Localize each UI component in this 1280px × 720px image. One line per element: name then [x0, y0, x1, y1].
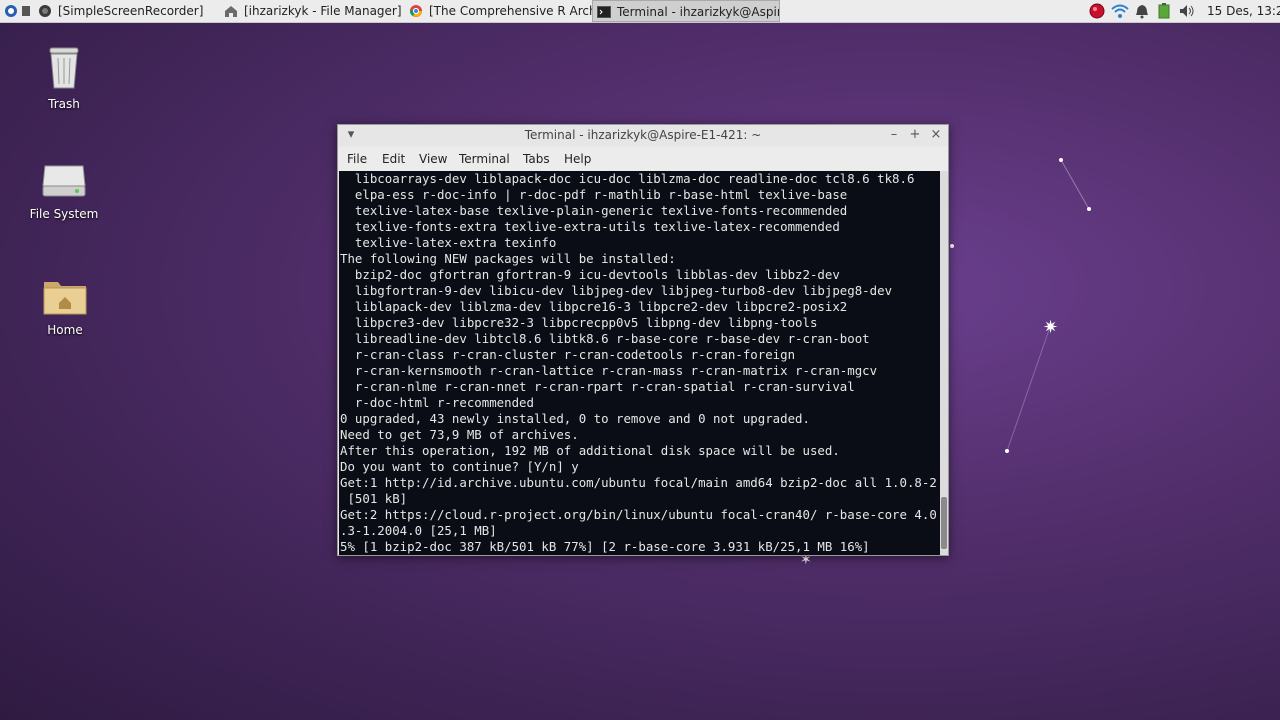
- top-panel: [SimpleScreenRecorder] [ihzarizkyk - Fil…: [0, 0, 1280, 23]
- menu-bar: File Edit View Terminal Tabs Help: [338, 147, 948, 171]
- desktop-icon-trash[interactable]: Trash: [19, 44, 109, 111]
- scrollbar-thumb[interactable]: [941, 497, 947, 549]
- taskbar-item-browser[interactable]: [The Comprehensive R Archi...: [405, 0, 594, 22]
- window-titlebar[interactable]: ▾ Terminal - ihzarizkyk@Aspire-E1-421: ~…: [338, 125, 948, 146]
- wifi-icon[interactable]: [1111, 3, 1129, 25]
- terminal-line: bzip2-doc gfortran gfortran-9 icu-devtoo…: [340, 267, 840, 282]
- terminal-line: libreadline-dev libtcl8.6 libtk8.6 r-bas…: [340, 331, 870, 346]
- terminal-line: The following NEW packages will be insta…: [340, 251, 676, 266]
- close-icon[interactable]: ×: [928, 127, 944, 143]
- terminal-line: libpcre3-dev libpcre32-3 libpcrecpp0v5 l…: [340, 315, 818, 330]
- volume-icon[interactable]: [1179, 3, 1195, 25]
- taskbar-item-screenrecorder[interactable]: [SimpleScreenRecorder]: [34, 0, 224, 22]
- terminal-line: After this operation, 192 MB of addition…: [340, 443, 840, 458]
- terminal-scrollbar[interactable]: [940, 171, 948, 555]
- screen-recorder-icon: [38, 3, 52, 17]
- terminal-line: texlive-fonts-extra texlive-extra-utils …: [340, 219, 840, 234]
- notification-bell-icon[interactable]: [1135, 3, 1149, 25]
- menu-edit[interactable]: Edit: [382, 152, 405, 166]
- terminal-line: libcoarrays-dev liblapack-doc icu-doc li…: [340, 171, 915, 186]
- desktop-icon-home[interactable]: Home: [20, 276, 110, 337]
- terminal-line: liblapack-dev liblzma-dev libpcre16-3 li…: [340, 299, 848, 314]
- menu-tabs[interactable]: Tabs: [523, 152, 550, 166]
- record-indicator-icon[interactable]: [1089, 3, 1105, 25]
- terminal-line: .3-1.2004.0 [25,1 MB]: [340, 523, 497, 538]
- menu-help[interactable]: Help: [564, 152, 591, 166]
- home-folder-icon: [224, 3, 238, 17]
- window-title: Terminal - ihzarizkyk@Aspire-E1-421: ~: [524, 128, 762, 142]
- chrome-icon: [409, 3, 423, 17]
- minimize-icon[interactable]: –: [886, 127, 902, 143]
- menu-terminal[interactable]: Terminal: [459, 152, 510, 166]
- menu-view[interactable]: View: [419, 152, 447, 166]
- terminal-line: r-cran-nlme r-cran-nnet r-cran-rpart r-c…: [340, 379, 855, 394]
- workspace-icon[interactable]: [21, 4, 31, 26]
- taskbar-item-file-manager[interactable]: [ihzarizkyk - File Manager]: [220, 0, 409, 22]
- desktop-icon-label: File System: [29, 207, 99, 221]
- battery-icon[interactable]: [1158, 3, 1170, 25]
- terminal-line: Need to get 73,9 MB of archives.: [340, 427, 579, 442]
- terminal-line: r-cran-class r-cran-cluster r-cran-codet…: [340, 347, 796, 362]
- terminal-line: elpa-ess r-doc-info | r-doc-pdf r-mathli…: [340, 187, 848, 202]
- terminal-icon: [597, 4, 611, 18]
- drive-icon: [19, 162, 109, 203]
- taskbar-item-terminal[interactable]: Terminal - ihzarizkyk@Aspir...: [592, 0, 780, 22]
- menu-file[interactable]: File: [347, 152, 367, 166]
- terminal-line: r-cran-kernsmooth r-cran-lattice r-cran-…: [340, 363, 878, 378]
- trash-icon: [19, 44, 109, 93]
- terminal-line: Get:1 http://id.archive.ubuntu.com/ubunt…: [340, 475, 937, 490]
- star-decoration: ✷: [1043, 317, 1059, 338]
- app-menu-icon[interactable]: [4, 4, 18, 26]
- terminal-line: [501 kB]: [340, 491, 408, 506]
- maximize-icon[interactable]: +: [907, 127, 923, 143]
- panel-clock[interactable]: 15 Des, 13:2: [1207, 0, 1280, 22]
- terminal-output[interactable]: libcoarrays-dev liblapack-doc icu-doc li…: [339, 171, 940, 555]
- desktop-icon-label: Home: [47, 323, 83, 337]
- terminal-line: r-doc-html r-recommended: [340, 395, 534, 410]
- terminal-line: Do you want to continue? [Y/n] y: [340, 459, 579, 474]
- terminal-line: libgfortran-9-dev libicu-dev libjpeg-dev…: [340, 283, 893, 298]
- terminal-window[interactable]: ▾ Terminal - ihzarizkyk@Aspire-E1-421: ~…: [337, 124, 949, 556]
- terminal-line: 0 upgraded, 43 newly installed, 0 to rem…: [340, 411, 810, 426]
- desktop-icon-filesystem[interactable]: File System: [19, 162, 109, 221]
- desktop-icon-label: Trash: [48, 97, 80, 111]
- terminal-line: Get:2 https://cloud.r-project.org/bin/li…: [340, 507, 937, 522]
- constellation-decoration: [950, 158, 1091, 453]
- terminal-line: texlive-latex-base texlive-plain-generic…: [340, 203, 848, 218]
- terminal-line: texlive-latex-extra texinfo: [340, 235, 557, 250]
- terminal-line: 5% [1 bzip2-doc 387 kB/501 kB 77%] [2 r-…: [340, 539, 870, 554]
- home-folder-icon: [20, 276, 110, 319]
